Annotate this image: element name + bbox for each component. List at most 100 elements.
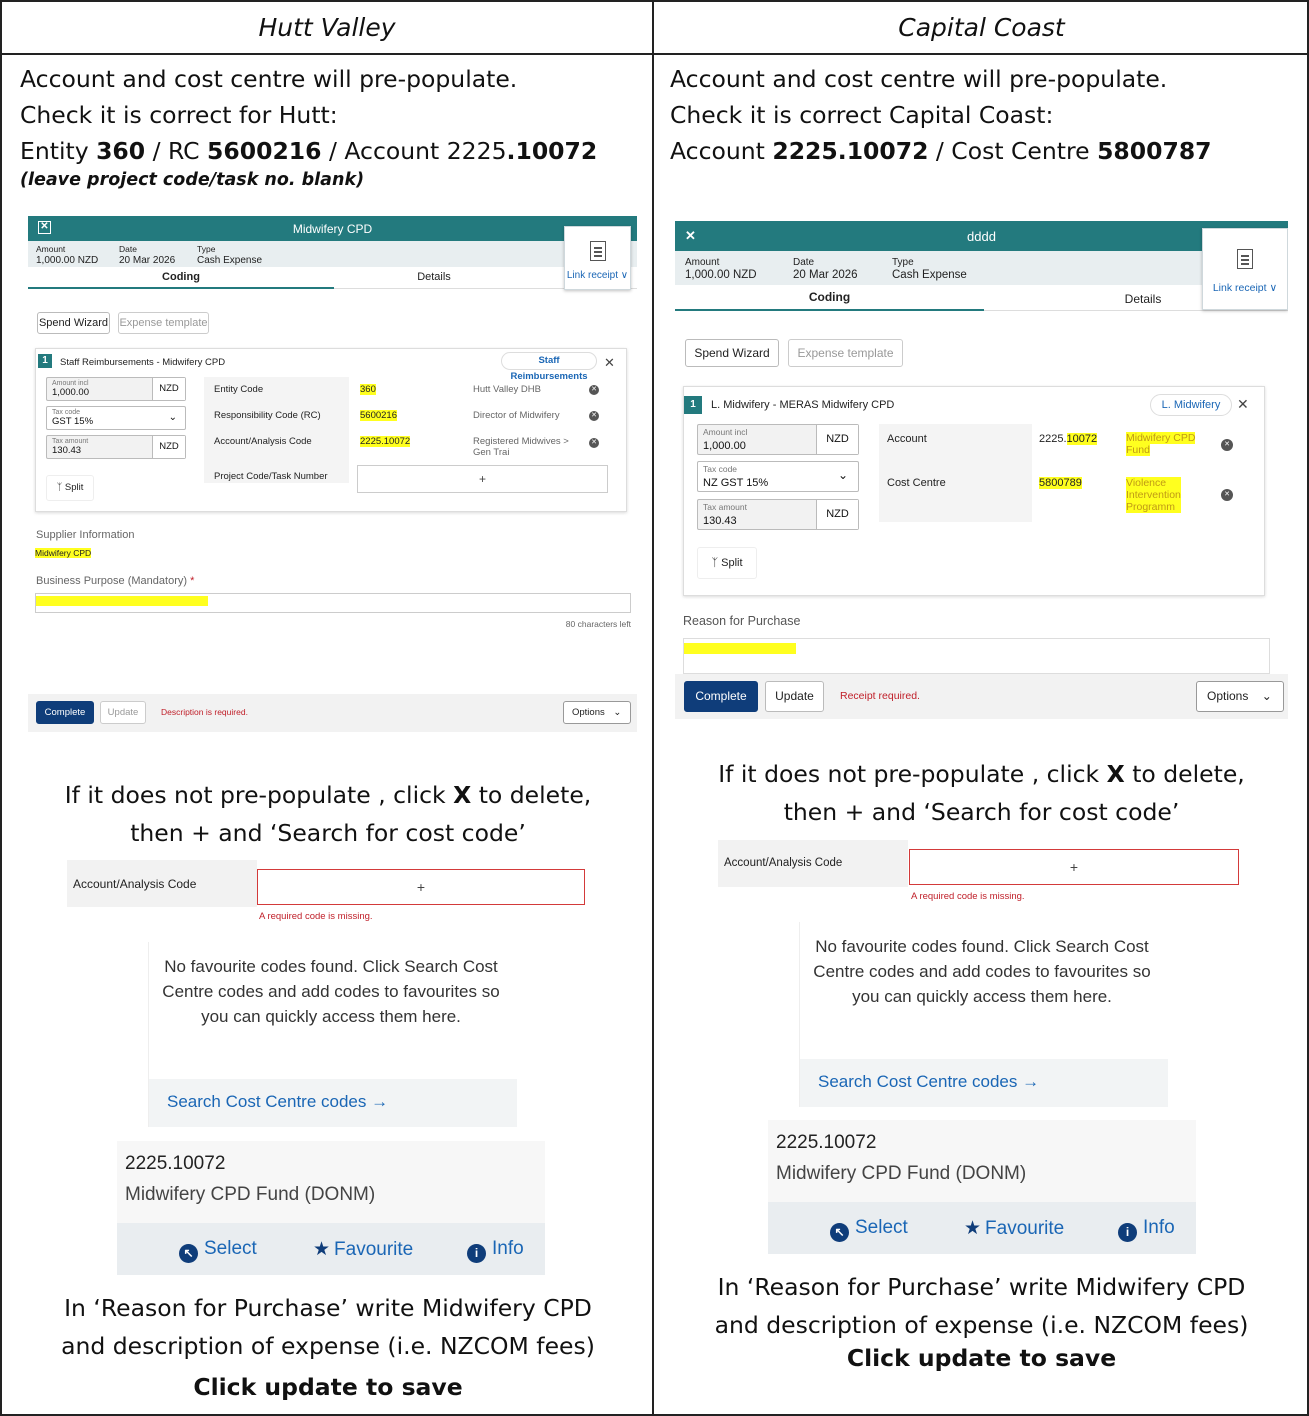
options-dropdown[interactable]: Options ⌄	[1196, 681, 1284, 712]
favourite-button[interactable]: ★ Favourite	[964, 1217, 1064, 1240]
intro-text: Account and cost centre will pre-populat…	[2, 55, 652, 169]
line-tag[interactable]: L. Midwifery	[1150, 394, 1232, 416]
expense-meta: Amount 1,000.00 NZD Date 20 Mar 2026 Type C…	[675, 251, 1288, 285]
star-icon: ★	[313, 1239, 331, 1260]
close-icon[interactable]: ✕	[1237, 396, 1249, 413]
link-receipt-button[interactable]: Link receipt ∨	[564, 226, 631, 290]
intro-line: Check it is correct for Hutt:	[20, 101, 338, 129]
line-number: 1	[684, 396, 702, 414]
line-tag[interactable]: Staff Reimbursements	[501, 352, 597, 382]
select-button[interactable]: ↖ Select	[179, 1238, 257, 1263]
info-button[interactable]: i Info	[467, 1238, 524, 1263]
note: (leave project code/task no. blank)	[20, 170, 365, 190]
update-button[interactable]: Update	[765, 681, 824, 712]
favourites-panel: No favourite codes found. Click Search C…	[799, 922, 1168, 1107]
save-instruction: Click update to save	[193, 1373, 463, 1401]
tax-amount-field[interactable]: Tax amount 130.43 NZD	[697, 499, 859, 530]
instruction-paragraph: If it does not pre-populate , click X to…	[64, 781, 592, 847]
split-button[interactable]: ᛉ Split	[697, 547, 757, 579]
capital-coast-column: Capital Coast Account and cost centre wi…	[654, 2, 1309, 1414]
link-receipt-button[interactable]: Link receipt ∨	[1202, 228, 1288, 310]
expense-screenshot: ✕ dddd Amount 1,000.00 NZD Date 20 Mar 202…	[675, 221, 1288, 719]
add-code-button[interactable]: +	[257, 869, 585, 905]
remove-icon[interactable]: ✕	[589, 385, 599, 395]
column-header: Hutt Valley	[2, 2, 652, 55]
expense-screenshot: ✕ Midwifery CPD Amount 1,000.00 NZD Date 2…	[28, 216, 637, 732]
no-favourites-text: No favourite codes found. Click Search C…	[162, 957, 500, 1026]
rc-desc: Director of Midwifery	[473, 410, 560, 421]
code-row-label: Account/Analysis Code	[718, 840, 908, 887]
hutt-valley-column: Hutt Valley Account and cost centre will…	[2, 2, 654, 1414]
favourite-button[interactable]: ★ Favourite	[313, 1238, 413, 1261]
remove-icon[interactable]: ✕	[1221, 489, 1233, 501]
cost-centre-value[interactable]: 5800789	[1039, 477, 1082, 489]
entity-code-desc: Hutt Valley DHB	[473, 384, 541, 395]
supplier-value: Midwifery CPD	[35, 548, 92, 558]
code-row-label: Account/Analysis Code	[67, 860, 257, 907]
line-title: Staff Reimbursements - Midwifery CPD	[60, 357, 226, 368]
info-button[interactable]: i Info	[1118, 1217, 1175, 1242]
spend-wizard-button[interactable]: Spend Wizard	[685, 339, 779, 367]
search-cost-centre-link[interactable]: Search Cost Centre codes →	[149, 1079, 517, 1127]
title-bar: ✕ Midwifery CPD	[28, 216, 637, 241]
tax-amount-field[interactable]: Tax amount 130.43 NZD	[46, 435, 186, 459]
select-icon: ↖	[830, 1223, 849, 1242]
expense-template-button[interactable]: Expense template	[788, 339, 903, 367]
remove-icon[interactable]: ✕	[1221, 439, 1233, 451]
chars-left: 80 characters left	[565, 619, 631, 629]
error-message: Description is required.	[161, 707, 248, 717]
add-project-code-button[interactable]: +	[357, 465, 608, 493]
complete-button[interactable]: Complete	[684, 681, 758, 712]
entity-code-value[interactable]: 360	[360, 384, 376, 395]
amount-incl-field[interactable]: Amount incl 1,000.00 NZD	[46, 377, 186, 401]
account-value[interactable]: 2225.10072	[1039, 433, 1098, 445]
tax-code-select[interactable]: Tax code GST 15% ⌄	[46, 406, 186, 430]
tab-bar: Coding Details	[675, 285, 1288, 311]
add-code-button[interactable]: +	[909, 849, 1239, 885]
title-bar: ✕ dddd	[675, 221, 1288, 251]
result-name: Midwifery CPD Fund (DONM)	[776, 1163, 1027, 1184]
expense-title: dddd	[967, 229, 996, 244]
account-code-desc: Registered Midwives > Gen Trai	[473, 436, 569, 458]
chevron-down-icon: ⌄	[837, 468, 848, 482]
rc-value[interactable]: 5600216	[360, 410, 397, 421]
tab-details[interactable]: Details	[334, 271, 534, 289]
star-icon: ★	[964, 1218, 982, 1239]
reason-input[interactable]	[683, 638, 1270, 674]
expense-template-button[interactable]: Expense template	[118, 312, 209, 334]
line-number: 1	[38, 354, 52, 368]
close-icon[interactable]: ✕	[604, 355, 615, 371]
instruction-table: Hutt Valley Account and cost centre will…	[0, 0, 1309, 1416]
select-button[interactable]: ↖ Select	[830, 1217, 908, 1242]
expense-meta: Amount 1,000.00 NZD Date 20 Mar 2026 Type C…	[28, 241, 637, 267]
error-message: Receipt required.	[840, 690, 920, 702]
intro-line: Check it is correct Capital Coast:	[670, 101, 1054, 129]
amount-incl-field[interactable]: Amount incl 1,000.00 NZD	[697, 424, 859, 455]
tab-coding[interactable]: Coding	[28, 271, 334, 289]
purpose-label: Business Purpose (Mandatory) *	[36, 575, 195, 587]
project-code-label: Project Code/Task Number	[214, 471, 328, 482]
code-row-crop: Account/Analysis Code + A required code …	[718, 840, 1240, 905]
complete-button[interactable]: Complete	[36, 701, 94, 724]
missing-code-error: A required code is missing.	[911, 891, 1025, 902]
entity-code-label: Entity Code	[214, 384, 264, 395]
tab-coding[interactable]: Coding	[675, 290, 984, 311]
split-button[interactable]: ᛉ Split	[46, 475, 94, 501]
receipt-icon	[589, 241, 606, 261]
options-dropdown[interactable]: Options ⌄	[563, 701, 631, 724]
reason-paragraph: In ‘Reason for Purchase’ write Midwifery…	[61, 1294, 595, 1360]
update-button[interactable]: Update	[100, 701, 146, 724]
tax-code-select[interactable]: Tax code NZ GST 15% ⌄	[697, 461, 859, 492]
intro-line: Account 2225.10072 / Cost Centre 5800787	[670, 137, 1212, 165]
remove-icon[interactable]: ✕	[589, 438, 599, 448]
no-favourites-text: No favourite codes found. Click Search C…	[813, 937, 1151, 1006]
purpose-input[interactable]	[35, 593, 631, 613]
account-code-value[interactable]: 2225.10072	[360, 436, 411, 447]
spend-wizard-button[interactable]: Spend Wizard	[37, 312, 110, 334]
supplier-label: Supplier Information	[36, 529, 135, 541]
search-cost-centre-link[interactable]: Search Cost Centre codes →	[800, 1059, 1168, 1107]
account-desc: Midwifery CPD Fund	[1126, 432, 1196, 456]
account-label: Account	[887, 433, 927, 445]
select-icon: ↖	[179, 1244, 198, 1263]
remove-icon[interactable]: ✕	[589, 411, 599, 421]
